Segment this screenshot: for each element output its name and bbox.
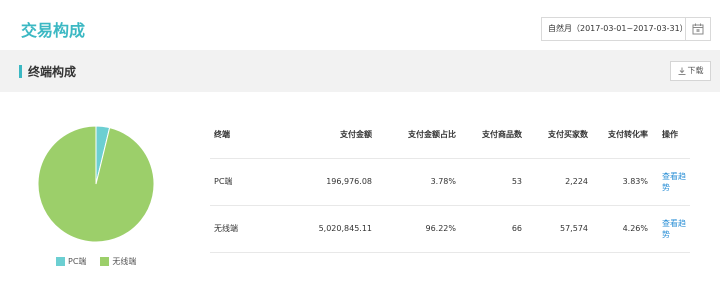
calendar-button[interactable]: [685, 17, 711, 41]
table-row: PC端 196,976.08 3.78% 53 2,224 3.83% 查看趋势: [210, 158, 690, 206]
cell-conversion: 4.26%: [588, 205, 648, 253]
col-header-conversion: 支付转化率: [588, 112, 648, 159]
col-header-buyers: 支付买家数: [522, 112, 588, 159]
col-header-action: 操作: [648, 112, 690, 159]
pie-svg: [37, 125, 155, 243]
date-range-select[interactable]: 自然月（2017-03-01~2017-03-31）: [541, 17, 688, 41]
cell-items: 53: [456, 158, 522, 206]
col-header-items: 支付商品数: [456, 112, 522, 159]
cell-terminal: PC端: [210, 158, 268, 206]
cell-pay-amount: 5,020,845.11: [268, 205, 372, 253]
view-trend-link[interactable]: 查看趋势: [662, 219, 686, 239]
section-title: 终端构成: [28, 65, 77, 79]
legend-swatch-wireless: [100, 257, 110, 266]
cell-pay-share: 96.22%: [372, 205, 456, 253]
col-header-pay-amount: 支付金额: [268, 112, 372, 159]
col-header-pay-share: 支付金额占比: [372, 112, 456, 159]
calendar-icon: [692, 23, 704, 35]
cell-conversion: 3.83%: [588, 158, 648, 206]
download-button[interactable]: 下载: [670, 61, 711, 81]
cell-terminal: 无线端: [210, 205, 268, 253]
view-trend-link[interactable]: 查看趋势: [662, 172, 686, 192]
download-icon: [678, 67, 685, 75]
legend-swatch-pc: [56, 257, 65, 266]
section-accent-bar: [19, 65, 22, 78]
download-label: 下载: [687, 66, 704, 75]
legend-item-wireless[interactable]: 无线端: [100, 256, 136, 267]
cell-pay-share: 3.78%: [372, 158, 456, 206]
table-row: 无线端 5,020,845.11 96.22% 66 57,574 4.26% …: [210, 205, 690, 253]
cell-items: 66: [456, 205, 522, 253]
section-header: 终端构成: [0, 50, 720, 92]
cell-action: 查看趋势: [648, 158, 690, 206]
page-header: 交易构成 自然月（2017-03-01~2017-03-31）: [0, 0, 720, 50]
table-header-row: 终端 支付金额 支付金额占比 支付商品数 支付买家数 支付转化率 操作: [210, 112, 690, 159]
cell-buyers: 57,574: [522, 205, 588, 253]
page-title: 交易构成: [21, 21, 86, 40]
terminal-table: 终端 支付金额 支付金额占比 支付商品数 支付买家数 支付转化率 操作 PC端 …: [210, 112, 690, 253]
terminal-pie-chart: [36, 124, 156, 244]
cell-pay-amount: 196,976.08: [268, 158, 372, 206]
pie-slice-wireless[interactable]: [37, 125, 155, 243]
chart-legend: PC端 无线端: [56, 256, 136, 267]
legend-label-pc: PC端: [68, 257, 87, 266]
cell-action: 查看趋势: [648, 205, 690, 253]
col-header-terminal: 终端: [210, 112, 268, 159]
legend-item-pc[interactable]: PC端: [56, 256, 86, 267]
legend-label-wireless: 无线端: [112, 257, 137, 266]
cell-buyers: 2,224: [522, 158, 588, 206]
